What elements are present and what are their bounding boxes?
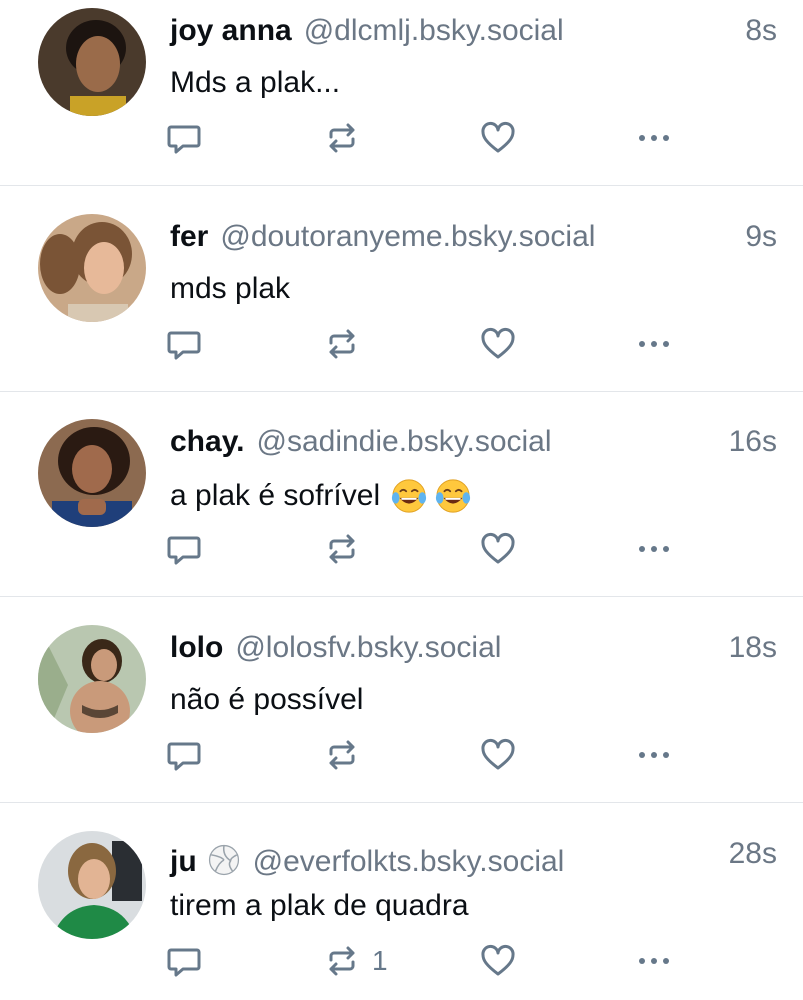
author-name[interactable]: fer bbox=[170, 220, 208, 254]
repost-icon bbox=[329, 329, 355, 359]
post-text: a plak é sofrível bbox=[170, 477, 472, 515]
tears-of-joy-emoji-icon bbox=[436, 479, 471, 513]
post-actions bbox=[160, 521, 700, 577]
more-options-button[interactable] bbox=[634, 933, 674, 989]
avatar[interactable] bbox=[38, 8, 146, 116]
repost-icon bbox=[329, 946, 355, 976]
post-text: tirem a plak de quadra bbox=[170, 889, 469, 923]
post-header: lolo @lolosfv.bsky.social 18s bbox=[170, 631, 777, 671]
avatar[interactable] bbox=[38, 214, 146, 322]
repost-count: 1 bbox=[372, 945, 388, 976]
reply-button[interactable] bbox=[164, 933, 204, 989]
reply-button[interactable] bbox=[164, 110, 204, 166]
repost-button[interactable] bbox=[322, 521, 362, 577]
post-text: mds plak bbox=[170, 272, 290, 306]
author-handle[interactable]: @everfolkts.bsky.social bbox=[253, 845, 565, 879]
more-options-button[interactable] bbox=[634, 521, 674, 577]
post-header: chay. @sadindie.bsky.social 16s bbox=[170, 425, 777, 465]
more-options-icon bbox=[639, 958, 669, 964]
volleyball-icon bbox=[208, 844, 239, 876]
reply-button[interactable] bbox=[164, 316, 204, 372]
avatar[interactable] bbox=[38, 625, 146, 733]
post-text-content: Mds a plak... bbox=[170, 66, 341, 99]
post-text: Mds a plak... bbox=[170, 66, 340, 100]
post-header: joy anna @dlcmlj.bsky.social 8s bbox=[170, 14, 777, 54]
post-actions bbox=[160, 316, 700, 372]
more-options-icon bbox=[639, 546, 669, 552]
more-options-button[interactable] bbox=[634, 727, 674, 783]
post-text-content: tirem a plak de quadra bbox=[170, 889, 469, 922]
author-name[interactable]: chay. bbox=[170, 425, 245, 459]
repost-button[interactable] bbox=[322, 316, 362, 372]
reply-icon bbox=[167, 948, 201, 977]
repost-icon bbox=[329, 740, 355, 770]
like-button[interactable] bbox=[478, 316, 518, 372]
reply-icon bbox=[167, 742, 201, 771]
post-timestamp[interactable]: 18s bbox=[729, 631, 777, 665]
feed-post[interactable]: chay. @sadindie.bsky.social 16s a plak é… bbox=[0, 391, 803, 597]
post-text: não é possível bbox=[170, 683, 363, 717]
repost-icon bbox=[329, 123, 355, 153]
like-button[interactable] bbox=[478, 110, 518, 166]
post-feed: joy anna @dlcmlj.bsky.social 8s Mds a pl… bbox=[0, 0, 803, 1000]
reply-icon bbox=[167, 125, 201, 154]
repost-button[interactable] bbox=[322, 110, 362, 166]
reply-icon bbox=[167, 331, 201, 360]
feed-post[interactable]: fer @doutoranyeme.bsky.social 9s mds pla… bbox=[0, 186, 803, 392]
author-handle[interactable]: @sadindie.bsky.social bbox=[257, 425, 552, 459]
avatar-image bbox=[38, 625, 146, 733]
feed-post[interactable]: joy anna @dlcmlj.bsky.social 8s Mds a pl… bbox=[0, 0, 803, 186]
author-handle[interactable]: @doutoranyeme.bsky.social bbox=[220, 220, 595, 254]
post-header: ju @everfolkts.bsky.social 28s bbox=[170, 837, 777, 879]
author-name[interactable]: joy anna bbox=[170, 14, 292, 48]
like-button[interactable] bbox=[478, 727, 518, 783]
more-options-icon bbox=[639, 135, 669, 141]
heart-icon bbox=[481, 532, 515, 564]
reply-button[interactable] bbox=[164, 521, 204, 577]
post-actions bbox=[160, 110, 700, 166]
post-actions: 1 bbox=[160, 933, 700, 989]
post-timestamp[interactable]: 8s bbox=[745, 14, 777, 48]
reply-button[interactable] bbox=[164, 727, 204, 783]
post-text-content: a plak é sofrível bbox=[170, 479, 381, 512]
avatar-image bbox=[38, 831, 146, 939]
author-name[interactable]: lolo bbox=[170, 631, 223, 665]
author-handle[interactable]: @lolosfv.bsky.social bbox=[235, 631, 501, 665]
feed-post[interactable]: ju @everfolkts.bsky.social 28s tirem a p… bbox=[0, 803, 803, 1000]
post-text-content: não é possível bbox=[170, 683, 364, 716]
more-options-icon bbox=[639, 752, 669, 758]
like-button[interactable] bbox=[478, 933, 518, 989]
post-timestamp[interactable]: 28s bbox=[729, 837, 777, 871]
author-name[interactable]: ju bbox=[170, 845, 197, 879]
more-options-button[interactable] bbox=[634, 316, 674, 372]
more-options-icon bbox=[639, 341, 669, 347]
like-button[interactable] bbox=[478, 521, 518, 577]
post-timestamp[interactable]: 9s bbox=[745, 220, 777, 254]
repost-button[interactable]: 1 bbox=[322, 933, 388, 989]
author-handle[interactable]: @dlcmlj.bsky.social bbox=[304, 14, 564, 48]
heart-icon bbox=[481, 121, 515, 153]
tears-of-joy-emoji-icon bbox=[392, 479, 427, 513]
post-text-content: mds plak bbox=[170, 272, 291, 305]
avatar[interactable] bbox=[38, 419, 146, 527]
heart-icon bbox=[481, 738, 515, 770]
post-timestamp[interactable]: 16s bbox=[729, 425, 777, 459]
post-actions bbox=[160, 727, 700, 783]
avatar[interactable] bbox=[38, 831, 146, 939]
avatar-image bbox=[38, 8, 146, 116]
reply-icon bbox=[167, 536, 201, 565]
avatar-image bbox=[38, 214, 146, 322]
repost-icon bbox=[329, 534, 355, 564]
heart-icon bbox=[481, 327, 515, 359]
feed-post[interactable]: lolo @lolosfv.bsky.social 18s não é poss… bbox=[0, 597, 803, 803]
post-header: fer @doutoranyeme.bsky.social 9s bbox=[170, 220, 777, 260]
avatar-image bbox=[38, 419, 146, 527]
repost-button[interactable] bbox=[322, 727, 362, 783]
more-options-button[interactable] bbox=[634, 110, 674, 166]
heart-icon bbox=[481, 944, 515, 976]
